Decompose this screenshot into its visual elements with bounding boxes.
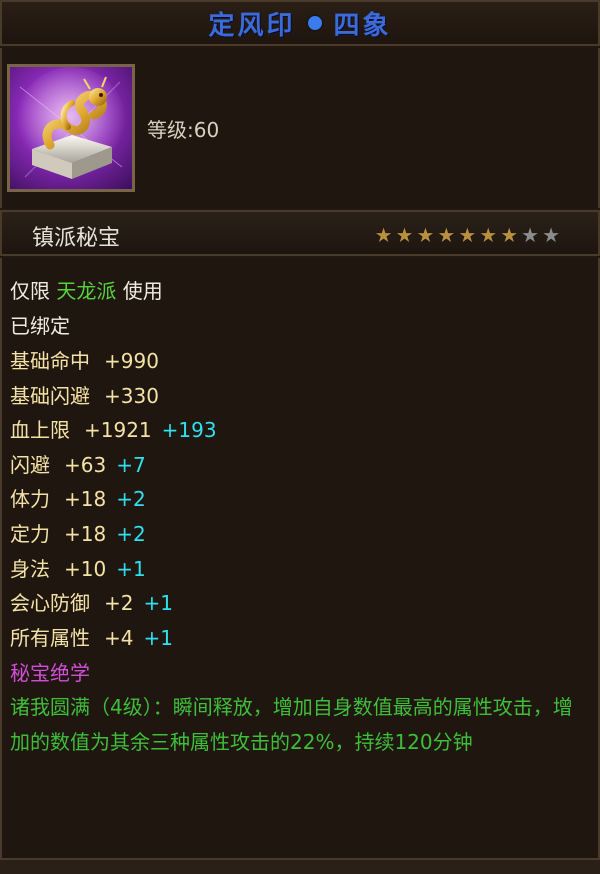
stat-value: +2 xyxy=(104,591,134,616)
stat-value: +330 xyxy=(104,383,159,408)
stat-row: 基础命中 +990 xyxy=(10,348,159,374)
golden-dragon-seal-icon xyxy=(7,64,135,192)
stat-name: 基础命中 xyxy=(10,349,90,373)
title-bar: 定风印 四象 xyxy=(0,0,600,46)
stat-bonus: +2 xyxy=(116,487,146,512)
stat-name: 会心防御 xyxy=(10,591,90,616)
stat-bonus: +1 xyxy=(143,591,173,616)
stat-row: 血上限 +1921 +193 xyxy=(10,417,217,443)
stat-name: 闪避 xyxy=(10,452,50,477)
stat-value: +63 xyxy=(64,452,107,477)
restriction-sect: 天龙派 xyxy=(56,279,117,303)
stat-row: 会心防御 +2 +1 xyxy=(10,590,173,616)
stat-bonus: +2 xyxy=(116,522,146,546)
stat-name: 所有属性 xyxy=(10,625,90,650)
bottom-border xyxy=(0,858,600,874)
stat-row: 体力 +18 +2 xyxy=(10,486,146,512)
star-filled-icon: ★ xyxy=(479,223,498,247)
stat-name: 定力 xyxy=(10,522,50,546)
stat-name: 基础闪避 xyxy=(10,383,90,408)
item-details-panel: 仅限 天龙派 使用 已绑定 基础命中 +990 基础闪避 +330 血上限 +1921 +1… xyxy=(0,258,600,858)
star-filled-icon: ★ xyxy=(500,223,519,247)
star-filled-icon: ★ xyxy=(416,223,435,247)
stat-row: 身法 +10 +1 xyxy=(10,556,146,582)
skill-description: 诸我圆满（4级）：瞬间释放，增加自身数值最高的属性攻击，增加的数值为其余三种属性… xyxy=(10,695,573,754)
item-name: 定风印 xyxy=(208,10,296,41)
stat-value: +18 xyxy=(64,522,107,546)
bind-status: 已绑定 xyxy=(10,314,70,338)
star-filled-icon: ★ xyxy=(395,223,414,247)
item-tooltip: 定风印 四象 等级:60 镇派秘宝 ★ ★ ★ ★ ★ ★ ★ ★ ★ 仅限 天… xyxy=(0,0,600,874)
stat-name: 身法 xyxy=(10,556,50,581)
star-filled-icon: ★ xyxy=(374,223,393,247)
usage-restriction: 仅限 天龙派 使用 xyxy=(10,278,163,304)
skill-heading: 秘宝绝学 xyxy=(10,661,90,685)
item-type-bar: 镇派秘宝 ★ ★ ★ ★ ★ ★ ★ ★ ★ xyxy=(0,210,600,256)
stat-row: 闪避 +63 +7 xyxy=(10,452,146,478)
stat-value: +18 xyxy=(64,487,107,512)
stat-value: +4 xyxy=(104,625,134,650)
star-rating: ★ ★ ★ ★ ★ ★ ★ ★ ★ xyxy=(375,225,560,245)
star-filled-icon: ★ xyxy=(437,223,456,247)
stat-value: +1921 xyxy=(84,418,152,443)
stat-name: 血上限 xyxy=(10,418,70,443)
star-empty-icon: ★ xyxy=(521,223,540,247)
item-header-panel: 等级:60 xyxy=(0,48,600,208)
title-separator-dot xyxy=(307,16,322,30)
stat-value: +10 xyxy=(64,556,107,581)
stat-bonus: +1 xyxy=(116,556,146,581)
stat-bonus: +193 xyxy=(161,418,217,443)
stat-row: 所有属性 +4 +1 xyxy=(10,625,173,651)
star-filled-icon: ★ xyxy=(458,223,477,247)
stat-row: 基础闪避 +330 xyxy=(10,383,159,409)
restriction-prefix: 仅限 xyxy=(10,279,50,303)
stat-bonus: +1 xyxy=(143,625,173,650)
stat-bonus: +7 xyxy=(116,452,146,477)
stat-row: 定力 +18 +2 xyxy=(10,521,146,547)
item-type-label: 镇派秘宝 xyxy=(32,226,121,251)
item-variant: 四象 xyxy=(333,10,392,41)
stat-value: +990 xyxy=(104,349,159,373)
restriction-suffix: 使用 xyxy=(122,279,163,303)
stat-name: 体力 xyxy=(10,487,50,512)
level-label: 等级:60 xyxy=(147,118,220,142)
star-empty-icon: ★ xyxy=(542,223,560,247)
